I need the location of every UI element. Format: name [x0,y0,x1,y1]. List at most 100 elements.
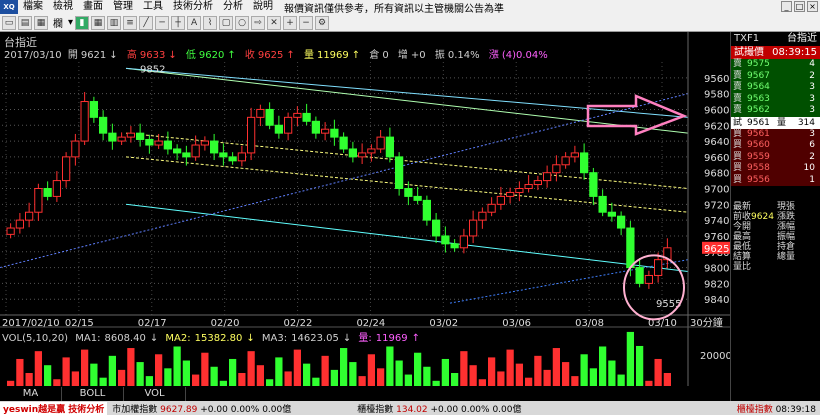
candle-body [99,116,108,134]
volume-bar [155,354,163,386]
stat-label-2: 總量 [777,252,796,262]
panel-header: TXF1 台指近 [731,32,820,46]
zoom-out-icon[interactable]: − [299,15,314,30]
volume-bar [441,358,449,386]
menu-help[interactable]: 說明 [248,0,278,14]
ask-row[interactable]: 賣 9564 3 [731,82,820,94]
menu-technical-analysis[interactable]: 技術分析 [168,0,218,14]
menu-screen[interactable]: 畫面 [78,0,108,14]
candle-body [330,128,339,138]
open-interest-label: 倉 [369,50,380,61]
candle-body [654,259,663,276]
bid-row[interactable]: 買 9556 1 [731,174,820,186]
candle [43,181,52,201]
chart-area[interactable]: 9840982098009780976097409720970096809660… [0,32,730,386]
volume-bar [654,358,662,386]
candle-body [348,148,357,158]
open-interest-value: 0 [382,50,389,61]
stat-label: 今開 [733,222,752,232]
candle-body [515,188,524,193]
candle [376,129,385,153]
ellipse-icon[interactable]: ○ [235,15,250,30]
list-icon[interactable]: ≡ [123,15,138,30]
bid-row[interactable]: 買 9560 6 [731,140,820,152]
y-tick-label: 9720 [704,200,729,211]
candle [284,112,293,141]
table-icon[interactable]: ▥ [107,15,122,30]
layout-icon[interactable]: ▦ [34,15,48,30]
volume-bar [395,360,403,386]
horizontal-line-icon[interactable]: ─ [155,15,170,30]
tab-vol[interactable]: VOL [124,387,186,401]
bid-qty: 10 [803,163,815,173]
tab-boll[interactable]: BOLL [62,387,124,401]
menu-file[interactable]: 檔案 [18,0,48,14]
restore-icon[interactable]: □ [794,1,805,12]
bid-row[interactable]: 買 9561 3 [731,128,820,140]
crosshair-icon[interactable]: ┼ [171,15,186,30]
candle-body [108,132,117,142]
candle-body [385,136,394,158]
ask-row[interactable]: 賣 9562 3 [731,105,820,117]
tab-ma[interactable]: MA [0,387,62,401]
candle-body [644,274,653,284]
candle-body [487,203,496,213]
zoom-in-icon[interactable]: + [283,15,298,30]
menubar: XQ 檔案 檢視 畫面 管理 工具 技術分析 分析 說明 報價資訊僅供參考，所有… [0,0,820,15]
app-logo-icon[interactable]: XQ [0,0,18,14]
stat-label: 量比 [733,262,752,272]
new-window-icon[interactable]: ▭ [2,15,16,30]
volume-bar [460,351,468,386]
chart-icon[interactable]: ▮ [75,15,90,30]
menu-manage[interactable]: 管理 [108,0,138,14]
arrow-icon[interactable]: ⇨ [251,15,266,30]
volume-bar [571,376,579,386]
ask-row[interactable]: 賣 9575 4 [731,59,820,71]
delete-icon[interactable]: ✕ [267,15,282,30]
brand-label[interactable]: yeswin越是贏 技術分析 [0,401,108,415]
candle-body [89,101,98,118]
bid-row[interactable]: 買 9558 10 [731,163,820,175]
minimize-icon[interactable]: _ [781,1,792,12]
order-book-title: 試撮價 08:39:15 [731,46,820,59]
index1[interactable]: 市加權指數 9627.89 +0.00 0.00% 0.00億 [107,402,296,415]
symbol-code: TXF1 [734,33,760,44]
trend-line-icon[interactable]: ╱ [139,15,154,30]
volume-bar [497,371,505,386]
ask-qty: 4 [809,59,815,69]
volume-value: 11969 [316,50,349,61]
grid-icon[interactable]: ▦ [91,15,106,30]
ask-row[interactable]: 賣 9567 2 [731,70,820,82]
candle-body [469,219,478,237]
index2[interactable]: 櫃檯指數 134.02 +0.00 0.00% 0.00億 [352,402,526,415]
candle-body [413,195,422,201]
settings-icon[interactable]: ⚙ [315,15,330,30]
high-label: 高 [126,50,137,61]
stat-label-2: 漲跌 [777,212,796,222]
candle [506,187,515,204]
candle-body [136,132,145,140]
columns-dropdown-icon[interactable]: ▾ [68,17,73,28]
quote-date: 2017/03/10 [4,50,62,61]
trial-qty: 314 [797,117,815,128]
candle [598,189,607,217]
volume-bar [589,368,597,386]
close-icon[interactable]: × [807,1,818,12]
bid-price: 9561 [747,128,770,139]
bid-row[interactable]: 買 9559 2 [731,151,820,163]
polyline-icon[interactable]: ⌇ [203,15,218,30]
rectangle-icon[interactable]: ▢ [219,15,234,30]
ask-row[interactable]: 賣 9563 3 [731,93,820,105]
quote-info-line: 2017/03/10 開 9621 ↓ 高 9633 ↓ 低 9620 ↑ 收 9625 ↑ 量… [4,50,548,61]
menu-view[interactable]: 檢視 [48,0,78,14]
menu-analysis[interactable]: 分析 [218,0,248,14]
volume-bar [62,357,70,386]
open-icon[interactable]: ▤ [18,15,32,30]
candle-body [182,152,191,158]
columns-menu[interactable]: 欄 [50,15,66,30]
candle-body [358,152,367,158]
menu-tools[interactable]: 工具 [138,0,168,14]
text-icon[interactable]: A [187,15,202,30]
candle [200,136,209,151]
candle [589,167,598,206]
